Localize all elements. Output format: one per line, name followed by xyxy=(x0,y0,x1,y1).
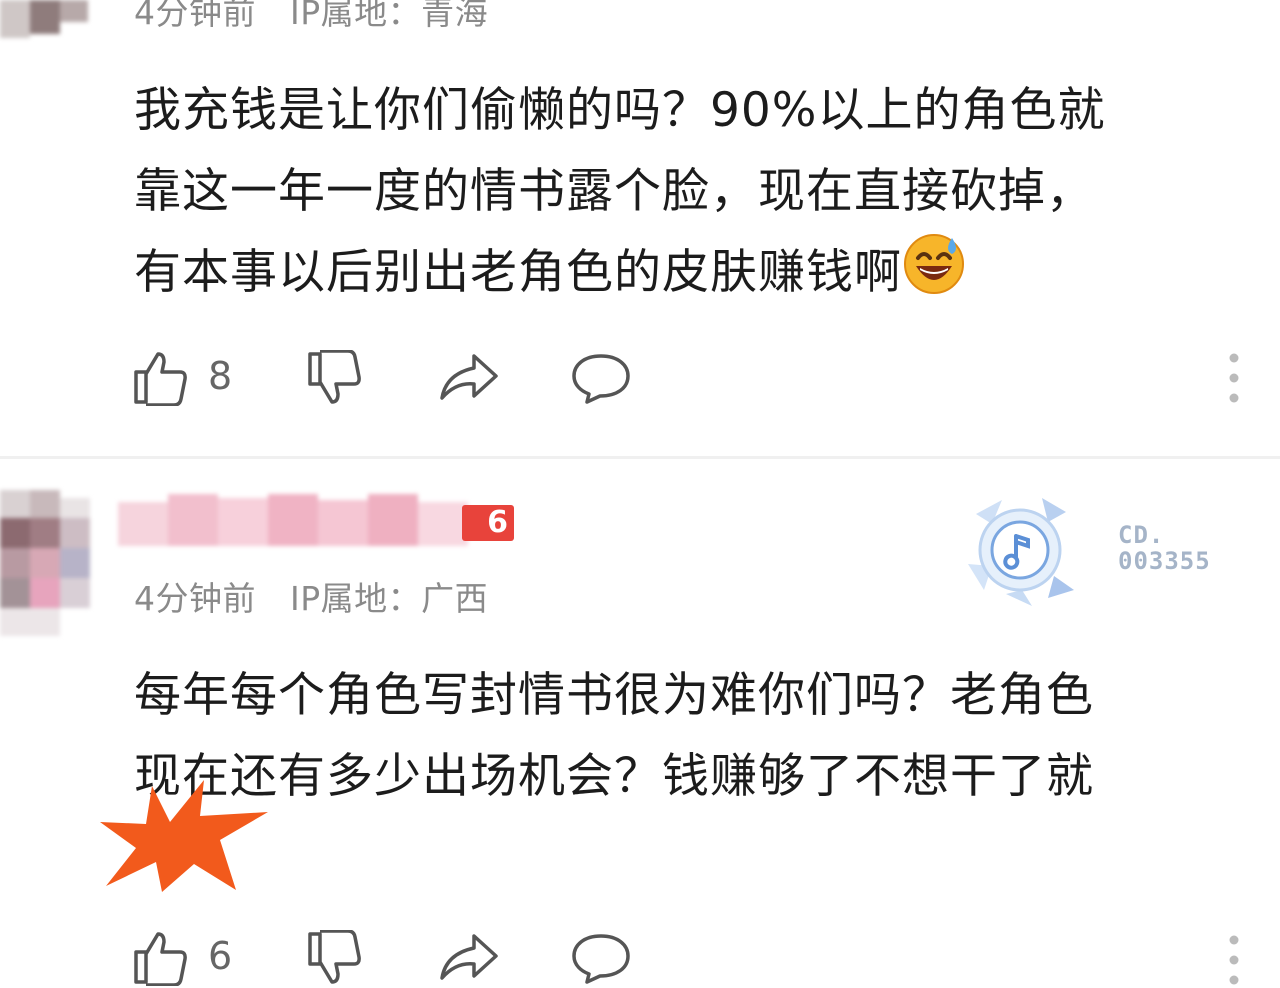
comment-line: 我充钱是让你们偷懒的吗？90%以上的角色就 xyxy=(134,83,1106,138)
comment-text: 每年每个角色写封情书很为难你们吗？老角色 现在还有多少出场机会？钱赚够了不想干了… xyxy=(134,655,1094,817)
more-button[interactable] xyxy=(1224,934,1244,986)
reply-button[interactable] xyxy=(570,352,632,406)
like-count: 6 xyxy=(208,934,233,978)
thumbs-down-icon xyxy=(306,350,364,408)
chat-bubble-icon xyxy=(570,932,632,986)
thumbs-up-icon xyxy=(132,928,190,986)
share-arrow-icon xyxy=(438,932,500,984)
avatar[interactable] xyxy=(0,490,92,640)
dislike-button[interactable] xyxy=(306,350,364,408)
share-arrow-icon xyxy=(438,352,500,404)
comment-ip: IP属地：青海 xyxy=(290,0,489,32)
reply-button[interactable] xyxy=(570,932,632,986)
avatar[interactable] xyxy=(0,0,90,40)
comment-line-with-emoji: 有本事以后别出老角色的皮肤赚钱啊 xyxy=(134,232,1105,321)
comment-divider xyxy=(0,456,1280,459)
thumbs-up-icon xyxy=(132,348,190,406)
thumbs-down-icon xyxy=(306,930,364,988)
dislike-button[interactable] xyxy=(306,930,364,988)
comment-ip: IP属地：广西 xyxy=(290,579,489,618)
badge-code-line: 003355 xyxy=(1118,547,1211,575)
level-badge: 6 xyxy=(462,505,514,541)
like-count: 8 xyxy=(208,354,233,398)
like-button[interactable] xyxy=(132,928,190,986)
like-button[interactable] xyxy=(132,348,190,406)
badge-code-line: CD. xyxy=(1118,521,1165,549)
chat-bubble-icon xyxy=(570,352,632,406)
comment-text: 我充钱是让你们偷懒的吗？90%以上的角色就 靠这一年一度的情书露个脸，现在直接砍… xyxy=(134,70,1105,321)
more-vertical-icon xyxy=(1224,934,1244,986)
comment-line: 靠这一年一度的情书露个脸，现在直接砍掉， xyxy=(134,164,1094,219)
more-vertical-icon xyxy=(1224,352,1244,404)
badge-code: CD. 003355 xyxy=(1118,522,1211,574)
starburst-sticker-icon xyxy=(96,778,274,896)
comment-line: 现在还有多少出场机会？钱赚够了不想干了就 xyxy=(134,749,1094,804)
comment-time: 4分钟前 xyxy=(134,579,256,618)
grinning-sweat-emoji xyxy=(902,232,966,321)
share-button[interactable] xyxy=(438,932,500,984)
level-badge-number: 6 xyxy=(487,505,508,540)
comment-line: 每年每个角色写封情书很为难你们吗？老角色 xyxy=(134,668,1094,723)
more-button[interactable] xyxy=(1224,352,1244,404)
username[interactable] xyxy=(118,494,468,546)
comment-line: 有本事以后别出老角色的皮肤赚钱啊 xyxy=(134,245,902,300)
music-badge-icon xyxy=(962,494,1080,610)
share-button[interactable] xyxy=(438,352,500,404)
comment-time: 4分钟前 xyxy=(134,0,256,32)
